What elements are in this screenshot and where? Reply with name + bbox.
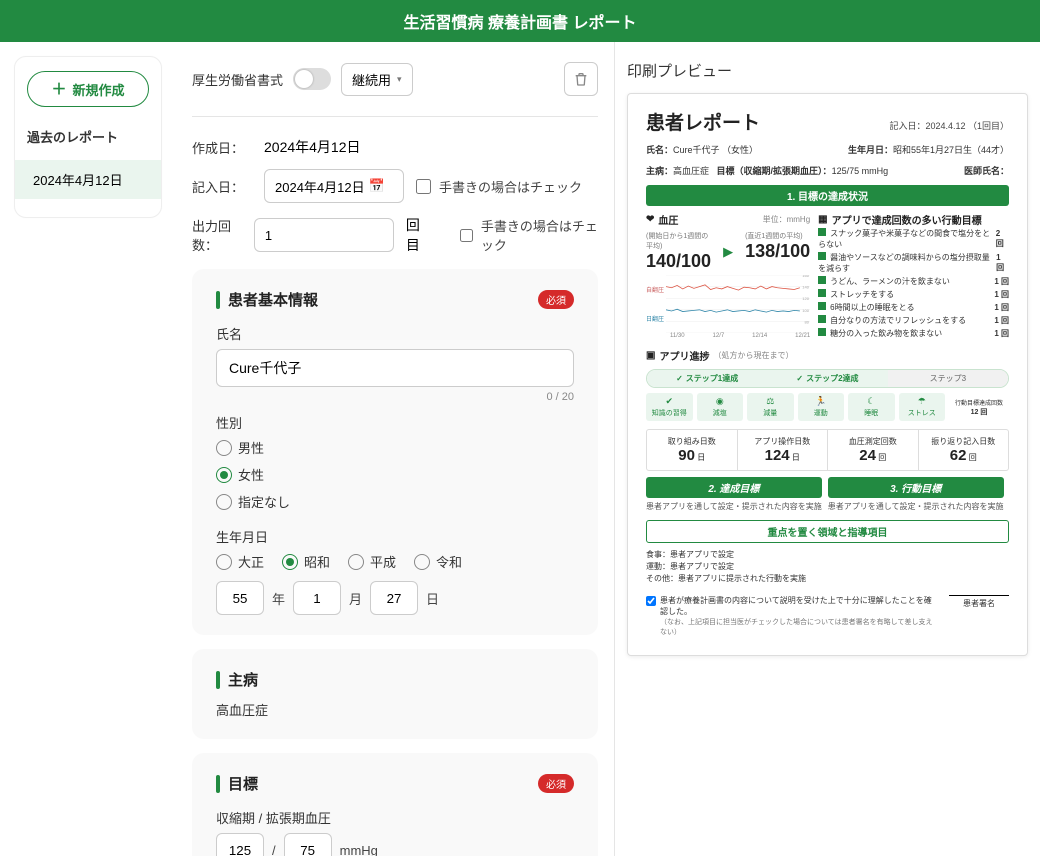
main-form: 厚生労働省書式 継続用 ▾ 作成日： 2024年4月12日 記入日： 2024年… xyxy=(176,42,614,856)
svg-text:80: 80 xyxy=(805,319,810,324)
created-value: 2024年4月12日 xyxy=(264,137,361,157)
entry-label: 記入日： xyxy=(192,177,252,196)
pv-step-tracker: ステップ1達成 ステップ2達成 ステップ3 xyxy=(646,369,1009,388)
gender-radio-female[interactable]: 女性 xyxy=(216,465,574,484)
handwrite-checkbox-row[interactable]: 手書きの場合はチェック xyxy=(416,177,582,196)
sleep-icon: ☾ xyxy=(867,396,875,407)
entry-date-input[interactable]: 2024年4月12日 📅 xyxy=(264,169,404,203)
pv-bar-3: 重点を置く領域と指導項目 xyxy=(646,520,1009,543)
past-reports-heading: 過去のレポート xyxy=(27,127,149,146)
pv-chart-xaxis: 11/30 12/7 12/14 12/21 xyxy=(670,333,810,339)
consent-checkbox xyxy=(646,596,656,606)
output-count-input[interactable]: 1 xyxy=(254,218,394,252)
name-counter: 0 / 20 xyxy=(216,391,574,403)
gender-radio-group: 男性 女性 指定なし xyxy=(216,438,574,511)
sidebar-box: ＋ 新規作成 過去のレポート 2024年4月12日 xyxy=(14,56,162,218)
pv-bp-heading: ❤ 血圧 単位：mmHg xyxy=(646,212,810,227)
form-type-label: 継続用 xyxy=(352,70,391,89)
goal-section-title: 目標 xyxy=(216,773,258,794)
era-radio-group: 大正 昭和 平成 令和 xyxy=(216,552,574,571)
era-radio-taisho[interactable]: 大正 xyxy=(216,552,264,571)
pv-badges: ✔知識の習得 ◉減塩 ⚖減量 🏃運動 ☾睡眠 ☂ストレス 行動目標達成回数 12… xyxy=(646,393,1009,421)
goal-card: 目標 必須 収縮期 / 拡張期血圧 / mmHg xyxy=(192,753,598,856)
created-label: 作成日： xyxy=(192,138,252,157)
stress-icon: ☂ xyxy=(918,396,926,407)
plus-icon: ＋ xyxy=(51,82,66,97)
gender-radio-male[interactable]: 男性 xyxy=(216,438,574,457)
preview-document: 患者レポート 記入日：2024.4.12 （1回目） 氏名：Cure千代子 （女… xyxy=(627,93,1028,656)
check-icon: ✔ xyxy=(665,396,673,407)
patient-info-card: 患者基本情報 必須 氏名 0 / 20 性別 男性 女性 指定なし 生年月日 大… xyxy=(192,269,598,635)
svg-text:120: 120 xyxy=(802,296,810,301)
era-radio-heisei[interactable]: 平成 xyxy=(348,552,396,571)
disease-section-title: 主病 xyxy=(216,669,258,690)
form-type-select[interactable]: 継続用 ▾ xyxy=(341,63,413,96)
output-label: 出力回数： xyxy=(192,216,242,254)
list-icon: ▦ xyxy=(818,214,827,225)
gender-label: 性別 xyxy=(216,413,574,432)
disease-value: 高血圧症 xyxy=(216,700,574,719)
patient-name-input[interactable] xyxy=(216,349,574,387)
pv-bp-before: 140/100 xyxy=(646,251,711,272)
required-badge-2: 必須 xyxy=(538,774,574,793)
preview-heading: 印刷プレビュー xyxy=(627,60,1028,81)
run-icon: 🏃 xyxy=(815,396,826,407)
disease-card: 主病 高血圧症 xyxy=(192,649,598,739)
handwrite-checkbox-2[interactable] xyxy=(460,228,473,243)
heart-icon: ❤ xyxy=(646,214,654,225)
weight-icon: ⚖ xyxy=(766,396,774,407)
svg-text:140: 140 xyxy=(802,285,810,290)
sidebar: ＋ 新規作成 過去のレポート 2024年4月12日 xyxy=(0,42,176,856)
device-icon: ▣ xyxy=(646,350,655,361)
era-radio-showa[interactable]: 昭和 xyxy=(282,552,330,571)
calendar-icon: 📅 xyxy=(369,178,385,194)
handwrite-checkbox-1[interactable] xyxy=(416,179,431,194)
sys-input[interactable] xyxy=(216,833,264,856)
bp-unit: mmHg xyxy=(340,843,378,856)
app-header: 生活習慣病 療養計画書 レポート xyxy=(0,0,1040,42)
preview-panel: 印刷プレビュー 患者レポート 記入日：2024.4.12 （1回目） 氏名：Cu… xyxy=(614,42,1040,856)
delete-button[interactable] xyxy=(564,62,598,96)
pv-bp-chart: 自翻圧 日翻圧 6080100120140160 xyxy=(646,275,810,333)
pv-signature-row: 患者が療養計画書の内容について説明を受けた上で十分に理解したことを確認した。 （… xyxy=(646,595,1009,637)
dob-day-input[interactable] xyxy=(370,581,418,615)
dob-year-input[interactable] xyxy=(216,581,264,615)
app-title: 生活習慣病 療養計画書 レポート xyxy=(404,9,637,33)
pv-stats: 取り組み日数90 日アプリ操作日数124 日血圧測定回数24 回振り返り記入日数… xyxy=(646,429,1009,471)
sidebar-date-item[interactable]: 2024年4月12日 xyxy=(15,160,161,199)
pv-notes: 食事：患者アプリで設定 運動：患者アプリで設定 その他：患者アプリに提示された行… xyxy=(646,549,1009,585)
signature-label: 患者署名 xyxy=(949,595,1009,609)
output-unit: 回目 xyxy=(406,215,429,255)
pv-goal-list: スナック菓子や米菓子などの間食で塩分をとらない2 回醤油やソースなどの調味料から… xyxy=(818,227,1009,340)
pv-twin-bars: 2. 達成目標患者アプリを通して設定・提示された内容を実施 3. 行動目標患者ア… xyxy=(646,477,1009,512)
pv-bp-after: 138/100 xyxy=(745,241,810,262)
create-label: 新規作成 xyxy=(73,80,125,99)
chevron-down-icon: ▾ xyxy=(397,74,402,85)
mhlw-toggle[interactable] xyxy=(293,68,331,90)
dob-label: 生年月日 xyxy=(216,527,574,546)
name-label: 氏名 xyxy=(216,324,574,343)
era-radio-reiwa[interactable]: 令和 xyxy=(414,552,462,571)
gender-radio-none[interactable]: 指定なし xyxy=(216,492,574,511)
handwrite-checkbox-row-2[interactable]: 手書きの場合はチェック xyxy=(460,216,598,254)
required-badge: 必須 xyxy=(538,290,574,309)
dob-month-input[interactable] xyxy=(293,581,341,615)
create-report-button[interactable]: ＋ 新規作成 xyxy=(27,71,149,107)
pv-doc-title: 患者レポート xyxy=(646,108,760,135)
pv-bar-1: 1. 目標の達成状況 xyxy=(646,185,1009,206)
mhlw-label: 厚生労働省書式 xyxy=(192,70,283,89)
bp-line-chart: 6080100120140160 xyxy=(666,275,810,333)
salt-icon: ◉ xyxy=(716,396,724,407)
svg-text:100: 100 xyxy=(802,308,810,313)
bp-label: 収縮期 / 拡張期血圧 xyxy=(216,808,574,827)
svg-text:160: 160 xyxy=(802,275,810,278)
dia-input[interactable] xyxy=(284,833,332,856)
arrow-right-icon: ▶ xyxy=(723,244,733,260)
patient-section-title: 患者基本情報 xyxy=(216,289,318,310)
pv-doc-meta: 記入日：2024.4.12 （1回目） xyxy=(889,119,1009,132)
